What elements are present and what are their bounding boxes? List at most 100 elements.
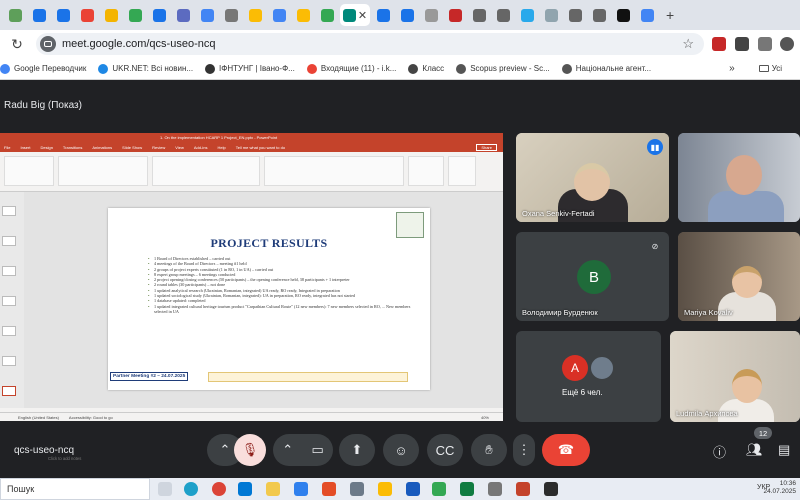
taskview-icon[interactable]	[158, 482, 172, 496]
extension-icon[interactable]	[735, 37, 749, 51]
menu-insert[interactable]: Insert	[20, 145, 30, 150]
tab-favicon[interactable]	[564, 4, 586, 26]
reactions-button[interactable]: ☺	[383, 434, 419, 466]
tab-favicon[interactable]	[636, 4, 658, 26]
mic-off-button[interactable]: 🎙︎	[234, 434, 266, 466]
menu-file[interactable]: File	[4, 145, 10, 150]
ribbon-editing-group[interactable]	[408, 156, 444, 186]
chat-icon[interactable]: ▤	[778, 442, 790, 458]
more-participants-tile[interactable]: A Ещё 6 чел.	[516, 331, 661, 422]
app-icon[interactable]	[350, 482, 364, 496]
share-button[interactable]: Share	[476, 143, 497, 151]
tell-me-search[interactable]: Tell me what you want to do	[236, 145, 285, 150]
word-icon[interactable]	[406, 482, 420, 496]
app-icon[interactable]	[488, 482, 502, 496]
ribbon-drawing-group[interactable]	[264, 156, 404, 186]
tab-favicon[interactable]	[516, 4, 538, 26]
bookmark[interactable]: Google Переводчик	[0, 63, 86, 74]
tab-favicon[interactable]	[268, 4, 290, 26]
extensions-puzzle-icon[interactable]	[758, 37, 772, 51]
more-options-button[interactable]: ⋮	[513, 434, 535, 466]
edge-icon[interactable]	[184, 482, 198, 496]
bookmark[interactable]: UKR.NET: Всі новин...	[98, 63, 193, 74]
app-icon[interactable]	[322, 482, 336, 496]
bookmarks-overflow-button[interactable]: »	[729, 63, 735, 74]
tab-favicon[interactable]	[76, 4, 98, 26]
app-icon[interactable]	[294, 482, 308, 496]
raise-hand-button[interactable]: ✋︎	[471, 434, 507, 466]
menu-review[interactable]: Review	[152, 145, 165, 150]
tab-favicon[interactable]	[196, 4, 218, 26]
tab-favicon[interactable]	[612, 4, 634, 26]
slide[interactable]: PROJECT RESULTS 1 Board of Directors est…	[108, 208, 430, 390]
clock[interactable]: 10:36 24.07.2025	[763, 480, 796, 496]
app-icon[interactable]	[378, 482, 392, 496]
tab-favicon[interactable]	[372, 4, 394, 26]
app-icon[interactable]	[544, 482, 558, 496]
bookmark-star-icon[interactable]: ☆	[682, 36, 694, 52]
ribbon-paragraph-group[interactable]	[152, 156, 260, 186]
omnibox[interactable]: meet.google.com/qcs-useo-ncq ☆	[36, 33, 704, 55]
participant-tile[interactable]: B ⊘ Володимир Бурденюк	[516, 232, 669, 321]
slide-thumbnail[interactable]	[2, 296, 16, 306]
ribbon-slides-group[interactable]	[4, 156, 54, 186]
present-screen-button[interactable]: ⬆	[339, 434, 375, 466]
menu-help[interactable]: Help	[217, 145, 225, 150]
people-icon[interactable]: 👥︎	[746, 442, 763, 458]
end-call-button[interactable]: ☎	[542, 434, 590, 466]
reload-icon[interactable]: ↻	[6, 36, 28, 53]
excel-icon[interactable]	[460, 482, 474, 496]
tab-favicon[interactable]	[172, 4, 194, 26]
bookmark[interactable]: Scopus preview - Sc...	[456, 63, 550, 74]
bookmark[interactable]: Входящие (11) - i.k...	[306, 63, 396, 74]
accessibility-status[interactable]: Accessibility: Good to go	[69, 415, 113, 420]
zoom-level[interactable]: 40%	[481, 415, 489, 420]
bookmark[interactable]: Класс	[408, 63, 444, 74]
bookmark[interactable]: ІФНТУНГ | Івано-Ф...	[205, 63, 295, 74]
tab-favicon[interactable]	[540, 4, 562, 26]
new-tab-icon[interactable]: +	[666, 7, 674, 23]
tab-favicon[interactable]	[28, 4, 50, 26]
extension-icon[interactable]	[712, 37, 726, 51]
participant-tile[interactable]	[678, 133, 800, 222]
tab-favicon[interactable]	[244, 4, 266, 26]
tab-favicon[interactable]	[124, 4, 146, 26]
notes-pane[interactable]: Click to add notes	[48, 456, 81, 461]
tab-favicon[interactable]	[468, 4, 490, 26]
bookmark[interactable]: Національне агент...	[561, 63, 651, 74]
menu-addins[interactable]: Add-ins	[194, 145, 208, 150]
slide-thumbnail[interactable]	[2, 236, 16, 246]
menu-animations[interactable]: Animations	[92, 145, 112, 150]
ribbon-addins-group[interactable]	[448, 156, 476, 186]
menu-transitions[interactable]: Transitions	[63, 145, 82, 150]
slide-thumbnail[interactable]	[2, 326, 16, 336]
info-icon[interactable]: ⓘ	[713, 442, 726, 461]
ribbon-font-group[interactable]	[58, 156, 148, 186]
app-icon[interactable]	[432, 482, 446, 496]
chrome-icon[interactable]	[212, 482, 226, 496]
slide-thumbnail[interactable]	[2, 356, 16, 366]
presentation-screen[interactable]: 1. On the implementation HCARP 1 Project…	[0, 133, 503, 461]
tab-favicon[interactable]	[4, 4, 26, 26]
participant-tile[interactable]: Mariya Kovaliv	[678, 232, 800, 321]
tab-favicon[interactable]	[148, 4, 170, 26]
tab-favicon[interactable]	[420, 4, 442, 26]
slide-thumbnail[interactable]	[2, 206, 16, 216]
camera-options-button[interactable]: ⌃ ▭	[273, 434, 333, 466]
close-icon[interactable]: ✕	[358, 9, 367, 22]
app-icon[interactable]	[238, 482, 252, 496]
slide-thumbnail-selected[interactable]	[2, 386, 16, 396]
slide-thumbnail[interactable]	[2, 266, 16, 276]
menu-design[interactable]: Design	[40, 145, 52, 150]
menu-slideshow[interactable]: Slide Show	[122, 145, 142, 150]
app-icon[interactable]	[516, 482, 530, 496]
profile-icon[interactable]	[780, 37, 794, 51]
taskbar-search[interactable]: Пошук	[0, 478, 150, 500]
tab-favicon[interactable]	[396, 4, 418, 26]
tab-favicon[interactable]	[316, 4, 338, 26]
menu-view[interactable]: View	[175, 145, 184, 150]
tab-favicon[interactable]	[220, 4, 242, 26]
url-text[interactable]: meet.google.com/qcs-useo-ncq	[62, 38, 215, 50]
other-bookmarks-folder[interactable]: Усі	[758, 64, 782, 73]
file-explorer-icon[interactable]	[266, 482, 280, 496]
